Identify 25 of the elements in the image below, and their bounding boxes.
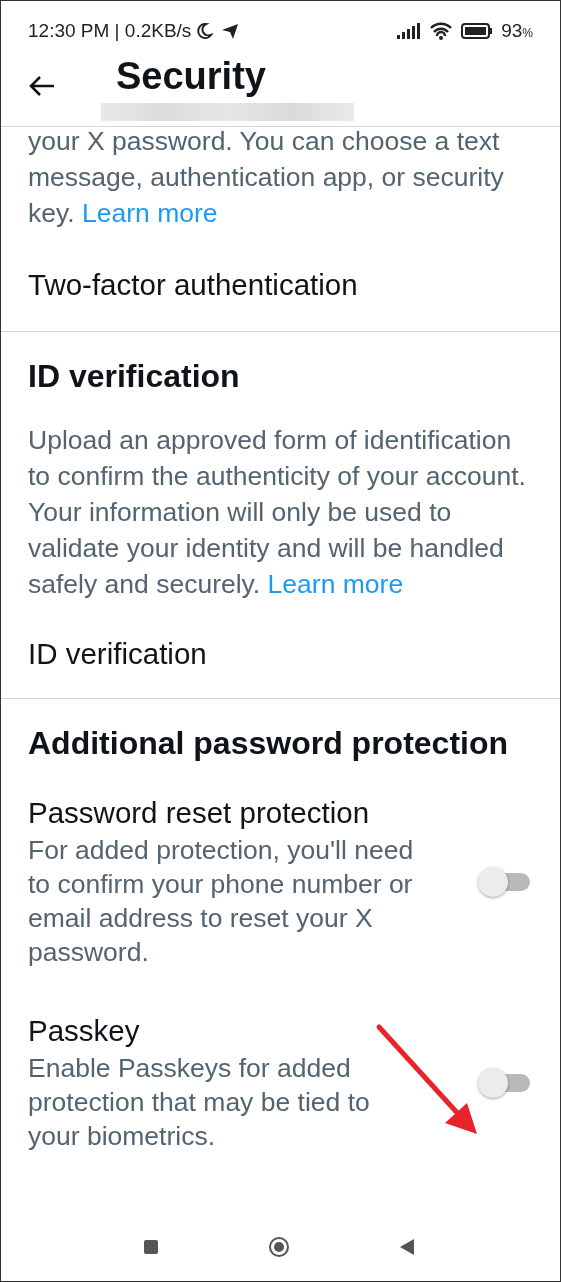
- description: Upload an approved form of identification to confirm the authenticity of your account. Your information will only be used to validate your identity and will be handled safely and securely. Learn more: [27, 424, 527, 601]
- wifi-icon: [429, 22, 454, 40]
- recents-icon: [143, 1239, 159, 1255]
- settings-item[interactable]: Two-factor authentication: [1, 231, 560, 331]
- section-heading: ID verification: [27, 357, 241, 396]
- setting-description: For added protection, you'll need to confirm your phone number or email address to reset your X password.: [27, 834, 415, 969]
- description: your X password. You can choose a text message, authentication app, or security key. Learn more: [27, 125, 505, 230]
- home-icon: [268, 1236, 290, 1258]
- send-icon: [221, 22, 240, 40]
- signal-icon: [397, 23, 422, 39]
- setting-title: Password reset protection: [27, 795, 371, 831]
- section-heading: Additional password protection: [27, 724, 509, 763]
- back-icon: [399, 1238, 415, 1256]
- setting-title: Passkey: [27, 1013, 141, 1049]
- battery-level: 93%: [501, 18, 533, 43]
- toggle-switch[interactable]: [478, 1068, 530, 1096]
- back-arrow-icon: [28, 73, 56, 98]
- back-button[interactable]: [28, 73, 56, 98]
- status-text: 12:30 PM | 0.2KB/s: [28, 18, 192, 43]
- battery-icon: [461, 23, 494, 39]
- moon-icon: [195, 22, 214, 40]
- settings-item[interactable]: ID verification: [1, 602, 560, 698]
- setting-description: Enable Passkeys for added protection that may be tied to your biometrics.: [27, 1052, 371, 1153]
- toggle-switch[interactable]: [478, 867, 530, 895]
- page-title: Security: [116, 54, 266, 99]
